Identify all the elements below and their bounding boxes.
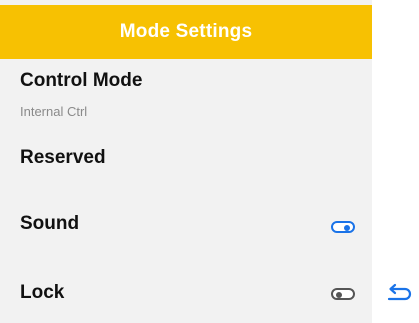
setting-row-sound: Sound	[0, 203, 372, 248]
top-edge	[372, 0, 419, 5]
page-title: Mode Settings	[119, 21, 253, 42]
setting-row-reserved[interactable]: Reserved	[0, 134, 372, 189]
setting-label-reserved: Reserved	[20, 147, 106, 168]
return-arrow-icon	[387, 283, 412, 301]
setting-label-control-mode: Control Mode	[20, 70, 143, 91]
setting-row-control-mode[interactable]: Control Mode Internal Ctrl	[0, 59, 372, 134]
back-button[interactable]	[386, 283, 414, 305]
sound-toggle[interactable]	[331, 221, 355, 233]
lock-toggle-knob	[336, 292, 342, 298]
lock-toggle[interactable]	[331, 288, 355, 300]
setting-value-control-mode: Internal Ctrl	[20, 104, 88, 119]
setting-row-lock: Lock	[0, 272, 372, 317]
setting-label-lock: Lock	[20, 282, 65, 303]
header-bar: Mode Settings	[0, 5, 372, 59]
settings-panel: Mode Settings Control Mode Internal Ctrl…	[0, 0, 372, 323]
sound-toggle-knob	[344, 225, 350, 231]
setting-label-sound: Sound	[20, 213, 80, 234]
